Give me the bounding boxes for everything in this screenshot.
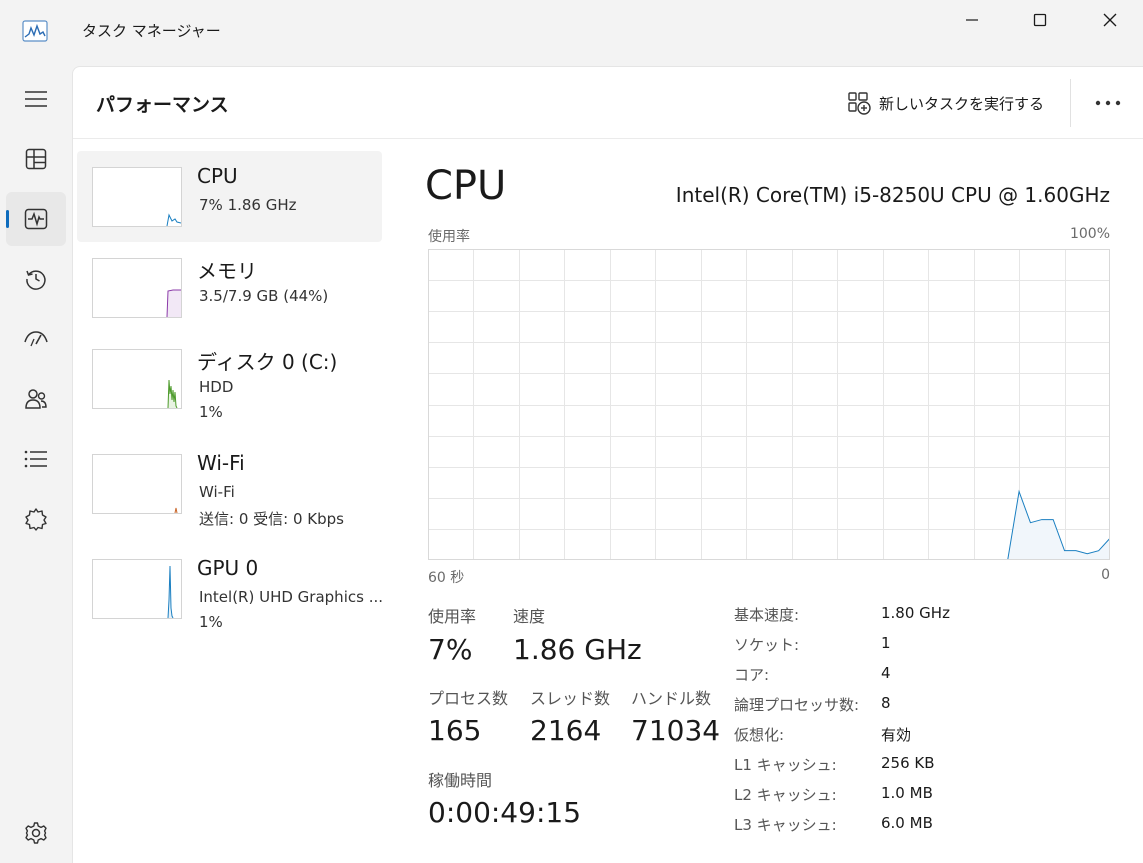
device-detail: 1% bbox=[199, 403, 223, 421]
nav-users[interactable] bbox=[6, 372, 66, 426]
services-icon bbox=[25, 508, 47, 531]
cpu-heading: CPU bbox=[425, 163, 507, 209]
processes-label: プロセス数 bbox=[428, 689, 509, 708]
spec-value: 1 bbox=[881, 634, 891, 652]
device-item-cpu[interactable]: CPU 7% 1.86 GHz bbox=[77, 151, 382, 242]
navigation-rail bbox=[0, 64, 72, 862]
device-thumbnail-graph bbox=[92, 454, 182, 514]
device-name: GPU 0 bbox=[197, 556, 259, 580]
spec-value: 4 bbox=[881, 664, 891, 682]
usage-label: 使用率 bbox=[428, 607, 477, 626]
page-title: パフォーマンス bbox=[96, 94, 229, 116]
close-button[interactable] bbox=[1075, 0, 1143, 40]
spec-value: 6.0 MB bbox=[881, 814, 933, 832]
device-thumbnail-graph bbox=[92, 349, 182, 409]
app-history-icon bbox=[26, 270, 46, 290]
close-icon bbox=[1103, 13, 1117, 27]
maximize-button[interactable] bbox=[1005, 0, 1075, 40]
page-header: パフォーマンス 新しいタスクを実行する bbox=[73, 67, 1143, 139]
processes-value: 165 bbox=[428, 714, 482, 747]
nav-details[interactable] bbox=[6, 432, 66, 486]
device-thumbnail-graph bbox=[92, 167, 182, 227]
graph-time-span-label: 60 秒 bbox=[428, 570, 465, 586]
nav-app-history[interactable] bbox=[6, 252, 66, 306]
uptime-label: 稼働時間 bbox=[428, 771, 493, 790]
new-task-icon bbox=[848, 92, 871, 115]
spec-value: 有効 bbox=[881, 726, 912, 744]
nav-processes[interactable] bbox=[6, 132, 66, 186]
cpu-model-name: Intel(R) Core(TM) i5-8250U CPU @ 1.60GHz bbox=[675, 183, 1110, 207]
nav-startup-apps[interactable] bbox=[6, 312, 66, 366]
nav-settings[interactable] bbox=[6, 806, 66, 860]
device-name: CPU bbox=[197, 164, 238, 188]
nav-performance[interactable] bbox=[6, 192, 66, 246]
hamburger-menu-icon bbox=[25, 91, 47, 107]
users-icon bbox=[25, 389, 47, 409]
spec-key: コア: bbox=[734, 666, 770, 684]
handles-value: 71034 bbox=[631, 714, 721, 747]
device-detail: HDD bbox=[199, 378, 234, 396]
handles-label: ハンドル数 bbox=[631, 689, 712, 708]
minimize-icon bbox=[966, 19, 978, 21]
run-new-task-label: 新しいタスクを実行する bbox=[879, 94, 1045, 113]
spec-value: 1.80 GHz bbox=[881, 604, 950, 622]
uptime-value: 0:00:49:15 bbox=[428, 796, 582, 829]
more-options-icon bbox=[1095, 100, 1121, 106]
device-detail: Intel(R) UHD Graphics ... bbox=[199, 588, 383, 606]
spec-key: 論理プロセッサ数: bbox=[734, 696, 860, 714]
spec-key: L3 キャッシュ: bbox=[734, 816, 837, 834]
threads-value: 2164 bbox=[530, 714, 602, 747]
title-bar: タスク マネージャー bbox=[0, 0, 1143, 64]
spec-key: L2 キャッシュ: bbox=[734, 786, 837, 804]
device-name: メモリ bbox=[197, 259, 257, 283]
details-icon bbox=[24, 450, 47, 468]
spec-key: 基本速度: bbox=[734, 606, 800, 624]
window-title: タスク マネージャー bbox=[82, 22, 221, 40]
spec-value: 1.0 MB bbox=[881, 784, 933, 802]
task-manager-app-icon bbox=[22, 20, 48, 46]
device-thumbnail-graph bbox=[92, 258, 182, 318]
graph-max-label: 100% bbox=[1069, 226, 1110, 242]
device-thumbnail-graph bbox=[92, 559, 182, 619]
settings-icon bbox=[25, 822, 47, 844]
startup-apps-icon bbox=[24, 331, 48, 347]
hamburger-menu-button[interactable] bbox=[6, 72, 66, 126]
device-item-disk[interactable]: ディスク 0 (C:) HDD 1% bbox=[77, 333, 382, 424]
device-item-gpu[interactable]: GPU 0 Intel(R) UHD Graphics ... 1% bbox=[77, 543, 383, 634]
device-name: ディスク 0 (C:) bbox=[197, 350, 338, 374]
graph-min-label: 0 bbox=[1101, 567, 1110, 583]
more-options-button[interactable] bbox=[1091, 87, 1125, 119]
minimize-button[interactable] bbox=[937, 0, 1007, 40]
spec-key: ソケット: bbox=[734, 636, 800, 654]
spec-key: L1 キャッシュ: bbox=[734, 756, 837, 774]
processes-icon bbox=[25, 148, 47, 170]
device-detail: 送信: 0 受信: 0 Kbps bbox=[199, 510, 344, 528]
graph-grid bbox=[428, 249, 1110, 560]
threads-label: スレッド数 bbox=[530, 689, 611, 708]
graph-y-axis-label: 使用率 bbox=[428, 229, 470, 245]
performance-icon bbox=[24, 208, 48, 230]
device-detail: 7% 1.86 GHz bbox=[199, 196, 297, 214]
device-name: Wi-Fi bbox=[197, 451, 245, 475]
nav-services[interactable] bbox=[6, 492, 66, 546]
device-detail: Wi-Fi bbox=[199, 483, 235, 501]
header-divider bbox=[1070, 79, 1071, 127]
run-new-task-button[interactable]: 新しいタスクを実行する bbox=[847, 87, 1044, 119]
maximize-icon bbox=[1033, 13, 1047, 27]
usage-value: 7% bbox=[428, 633, 473, 666]
speed-label: 速度 bbox=[513, 607, 546, 626]
speed-value: 1.86 GHz bbox=[513, 633, 642, 666]
spec-key: 仮想化: bbox=[734, 726, 785, 744]
spec-value: 8 bbox=[881, 694, 891, 712]
device-item-memory[interactable]: メモリ 3.5/7.9 GB (44%) bbox=[77, 242, 382, 333]
spec-value: 256 KB bbox=[881, 754, 935, 772]
device-item-wifi[interactable]: Wi-Fi Wi-Fi 送信: 0 受信: 0 Kbps bbox=[77, 438, 382, 529]
device-detail: 1% bbox=[199, 613, 223, 631]
cpu-usage-graph bbox=[428, 249, 1110, 560]
device-detail: 3.5/7.9 GB (44%) bbox=[199, 287, 329, 305]
